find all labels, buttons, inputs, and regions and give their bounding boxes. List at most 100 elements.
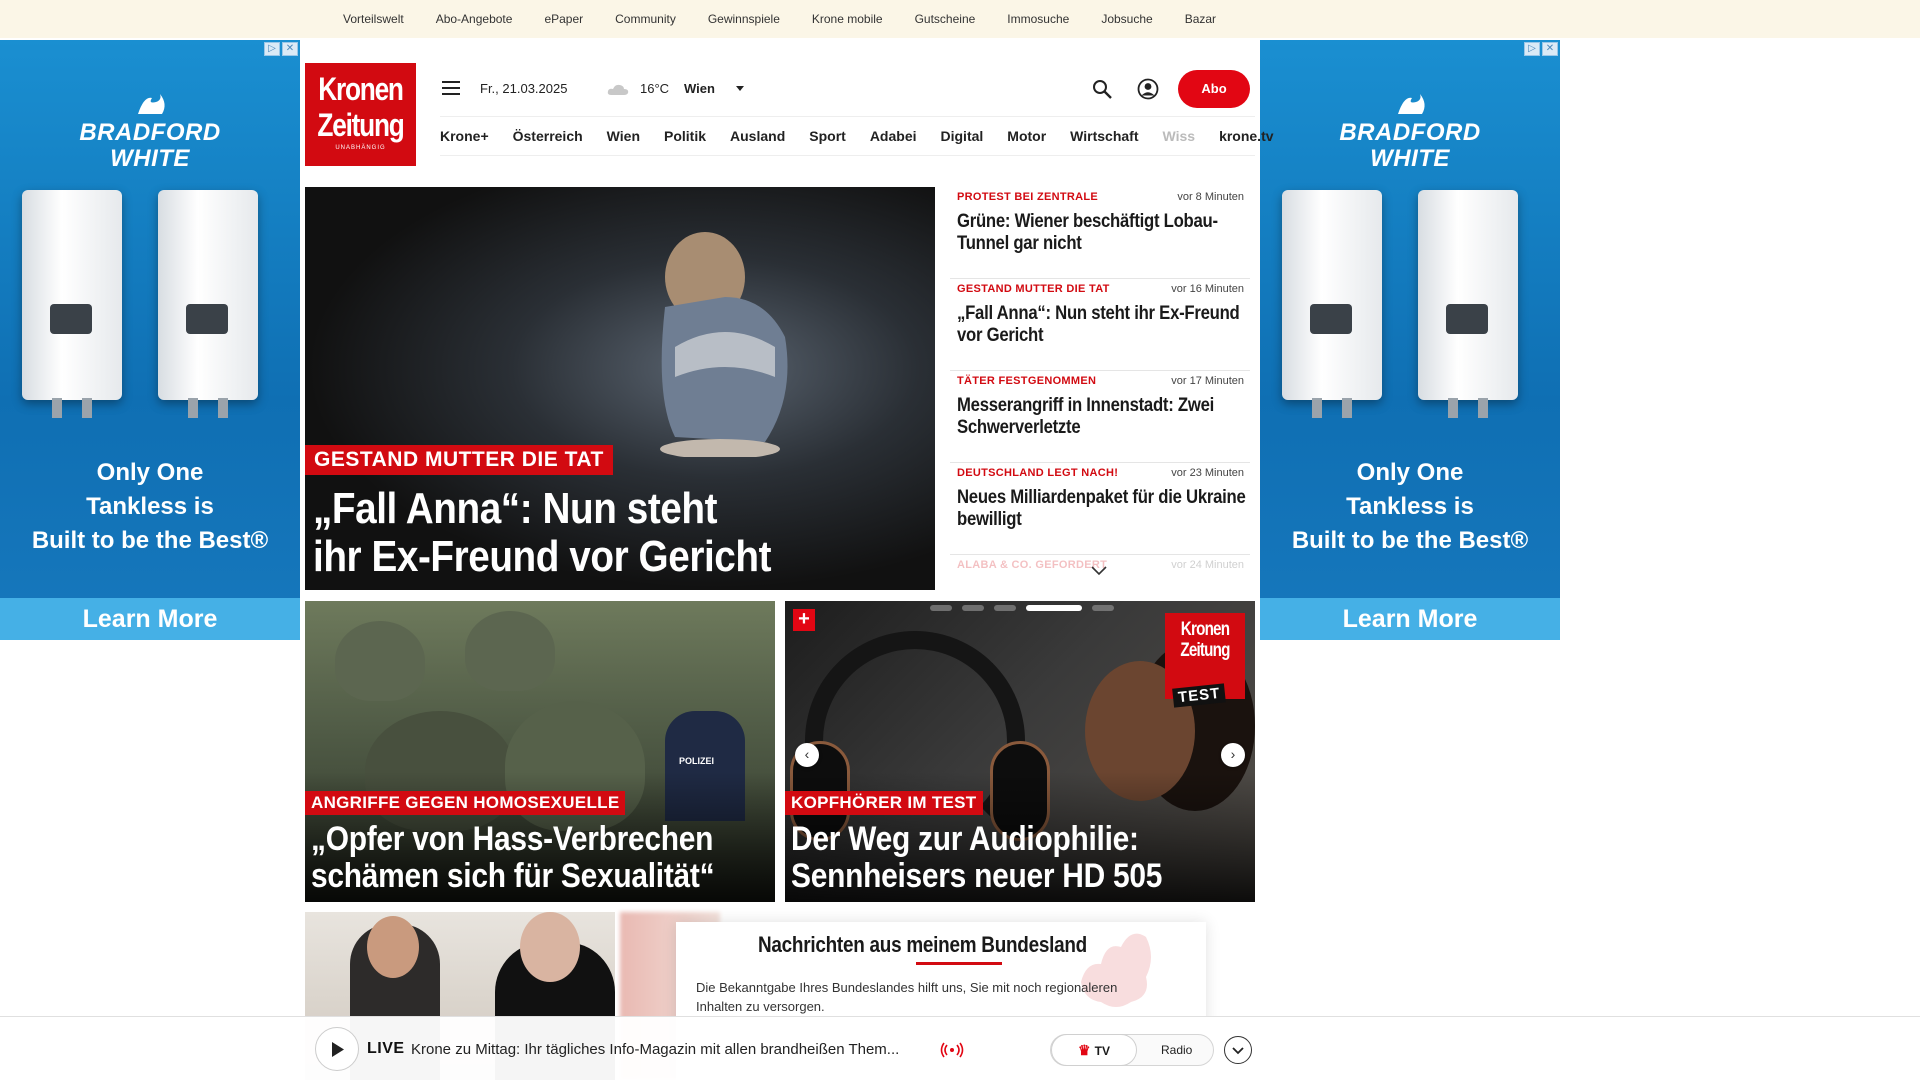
card-headline-line: Sennheisers neuer HD 505 [791,857,1163,895]
ticker-headline[interactable]: Grüne: Wiener beschäftigt Lobau-Tunnel g… [957,211,1247,255]
caret-down-icon[interactable] [735,83,745,93]
nav-item-oesterreich[interactable]: Österreich [513,128,583,144]
article-card-homophobia[interactable]: POLIZEI ANGRIFFE GEGEN HOMOSEXUELLE „Opf… [305,601,775,902]
topbar-link-jobsuche[interactable]: Jobsuche [1101,12,1152,26]
hero-headline-line: ihr Ex-Freund vor Gericht [313,532,772,581]
ad-slogan: Only One Tankless is Built to be the Bes… [0,456,300,558]
krone-test-logo: Kronen Zeitung TEST [1165,613,1245,708]
topbar-link-vorteilswelt[interactable]: Vorteilswelt [343,12,404,26]
topbar-link-gewinnspiele[interactable]: Gewinnspiele [708,12,780,26]
tv-label: TV [1094,1044,1110,1058]
kronen-zeitung-logo[interactable]: Kronen Zeitung UNABHÄNGIG [305,63,416,166]
ad-brand-logo: BRADFORD WHITE [1260,94,1560,172]
city-selector[interactable]: Wien [684,81,715,96]
carousel-next-button[interactable]: › [1221,743,1245,767]
ticker-time: vor 16 Minuten [1171,283,1244,295]
topbar-link-abo-angebote[interactable]: Abo-Angebote [436,12,513,26]
hero-article[interactable]: GESTAND MUTTER DIE TAT „Fall Anna“: Nun … [305,187,935,590]
carousel-dot-active[interactable] [1026,605,1082,611]
carousel-dot[interactable] [1092,605,1114,611]
topbar-link-community[interactable]: Community [615,12,676,26]
ad-slogan-line: Tankless is [86,493,214,520]
police-badge: POLIZEI [679,756,715,766]
service-bar: Vorteilswelt Abo-Angebote ePaper Communi… [0,0,1920,38]
police-helmet-image [465,611,555,691]
carousel-dot[interactable] [930,605,952,611]
logo-line1: Kronen [318,71,404,107]
nav-item-wien[interactable]: Wien [607,128,640,144]
card-headline[interactable]: Der Weg zur Audiophilie: Sennheisers neu… [791,821,1231,895]
news-ticker: PROTEST BEI ZENTRALE vor 8 Minuten Grüne… [950,187,1250,587]
nav-item-truncated[interactable]: Wiss [1163,128,1196,144]
chevron-down-icon[interactable] [1090,565,1108,577]
carousel-dot[interactable] [962,605,984,611]
topbar-link-epaper[interactable]: ePaper [544,12,583,26]
ad-slogan-line: Only One [96,459,204,486]
water-heater-image [1282,190,1382,418]
nav-item-digital[interactable]: Digital [941,128,984,144]
hero-headline[interactable]: „Fall Anna“: Nun steht ihr Ex-Freund vor… [313,485,841,581]
tv-radio-toggle[interactable]: ♛ TV Radio [1050,1034,1214,1066]
ad-close-icon[interactable]: ✕ [282,42,298,56]
nav-item-krone-plus[interactable]: Krone+ [440,128,489,144]
ad-learn-more-button[interactable]: Learn More [0,598,300,640]
tv-toggle-option[interactable]: ♛ TV [1051,1034,1137,1066]
topbar-link-gutscheine[interactable]: Gutscheine [915,12,976,26]
right-skyscraper-ad[interactable]: ▷ ✕ BRADFORD WHITE Only One Tankless is … [1260,40,1560,640]
ticker-item[interactable]: GESTAND MUTTER DIE TAT vor 16 Minuten „F… [950,279,1250,371]
krone-plus-badge: + [793,609,815,631]
live-label: LIVE [367,1040,405,1057]
ad-close-icon[interactable]: ✕ [1542,42,1558,56]
main-navigation: Krone+ Österreich Wien Politik Ausland S… [440,116,1274,156]
card-headline-line: schämen sich für Sexualität“ [311,857,715,895]
nav-item-wirtschaft[interactable]: Wirtschaft [1070,128,1138,144]
flame-icon [1398,94,1425,114]
ad-learn-more-button[interactable]: Learn More [1260,598,1560,640]
topbar-link-bazar[interactable]: Bazar [1185,12,1216,26]
adchoices-icon[interactable]: ▷ [1524,42,1540,56]
nav-item-sport[interactable]: Sport [809,128,846,144]
adchoices[interactable]: ▷ ✕ [1524,42,1558,56]
carousel-prev-button[interactable]: ‹ [795,743,819,767]
article-card-headphones[interactable]: + Kronen Zeitung TEST ‹ › KOPFHÖRER IM T… [785,601,1255,902]
broadcast-icon [940,1042,964,1058]
card-headline[interactable]: „Opfer von Hass-Verbrechen schämen sich … [311,821,751,895]
cloud-icon [607,84,629,95]
nav-item-krone-tv[interactable]: krone.tv [1219,128,1273,144]
expand-player-button[interactable] [1224,1036,1252,1064]
topbar-link-immosuche[interactable]: Immosuche [1007,12,1069,26]
adchoices[interactable]: ▷ ✕ [264,42,298,56]
search-icon[interactable] [1091,78,1113,100]
nav-item-politik[interactable]: Politik [664,128,706,144]
nav-item-adabei[interactable]: Adabei [870,128,917,144]
adchoices-icon[interactable]: ▷ [264,42,280,56]
ticker-headline[interactable]: „Fall Anna“: Nun steht ihr Ex-Freund vor… [957,303,1247,347]
ad-slogan-line: Built to be the Best® [1291,527,1529,554]
left-skyscraper-ad[interactable]: ▷ ✕ BRADFORD WHITE Only One Tankless is … [0,40,300,640]
person-head-image [367,916,419,978]
play-icon [332,1042,344,1057]
police-helmet-image [335,621,425,701]
live-player-bar: LIVE Krone zu Mittag: Ihr tägliches Info… [0,1016,1920,1080]
nav-item-motor[interactable]: Motor [1007,128,1046,144]
abo-button[interactable]: Abo [1178,70,1250,108]
hero-image [660,232,788,457]
play-button[interactable] [315,1027,359,1071]
ad-brand-logo: BRADFORD WHITE [0,94,300,172]
temperature: 16°C [640,81,670,96]
ticker-headline[interactable]: Messerangriff in Innenstadt: Zwei Schwer… [957,395,1247,439]
hamburger-menu-icon[interactable] [442,81,460,95]
ticker-time: vor 17 Minuten [1171,375,1244,387]
ticker-item[interactable]: DEUTSCHLAND LEGT NACH! vor 23 Minuten Ne… [950,463,1250,555]
ticker-item[interactable]: PROTEST BEI ZENTRALE vor 8 Minuten Grüne… [950,187,1250,279]
user-account-icon[interactable] [1137,78,1159,100]
ticker-headline[interactable]: Neues Milliardenpaket für die Ukraine be… [957,487,1247,531]
topbar-link-krone-mobile[interactable]: Krone mobile [812,12,883,26]
live-description[interactable]: Krone zu Mittag: Ihr tägliches Info-Maga… [411,1041,899,1058]
ticker-time: vor 24 Minuten [1171,559,1244,571]
bundesland-title: Nachrichten aus meinem Bundesland [758,932,1087,957]
carousel-dot[interactable] [994,605,1016,611]
radio-toggle-option[interactable]: Radio [1161,1035,1192,1065]
ticker-item[interactable]: TÄTER FESTGENOMMEN vor 17 Minuten Messer… [950,371,1250,463]
nav-item-ausland[interactable]: Ausland [730,128,785,144]
